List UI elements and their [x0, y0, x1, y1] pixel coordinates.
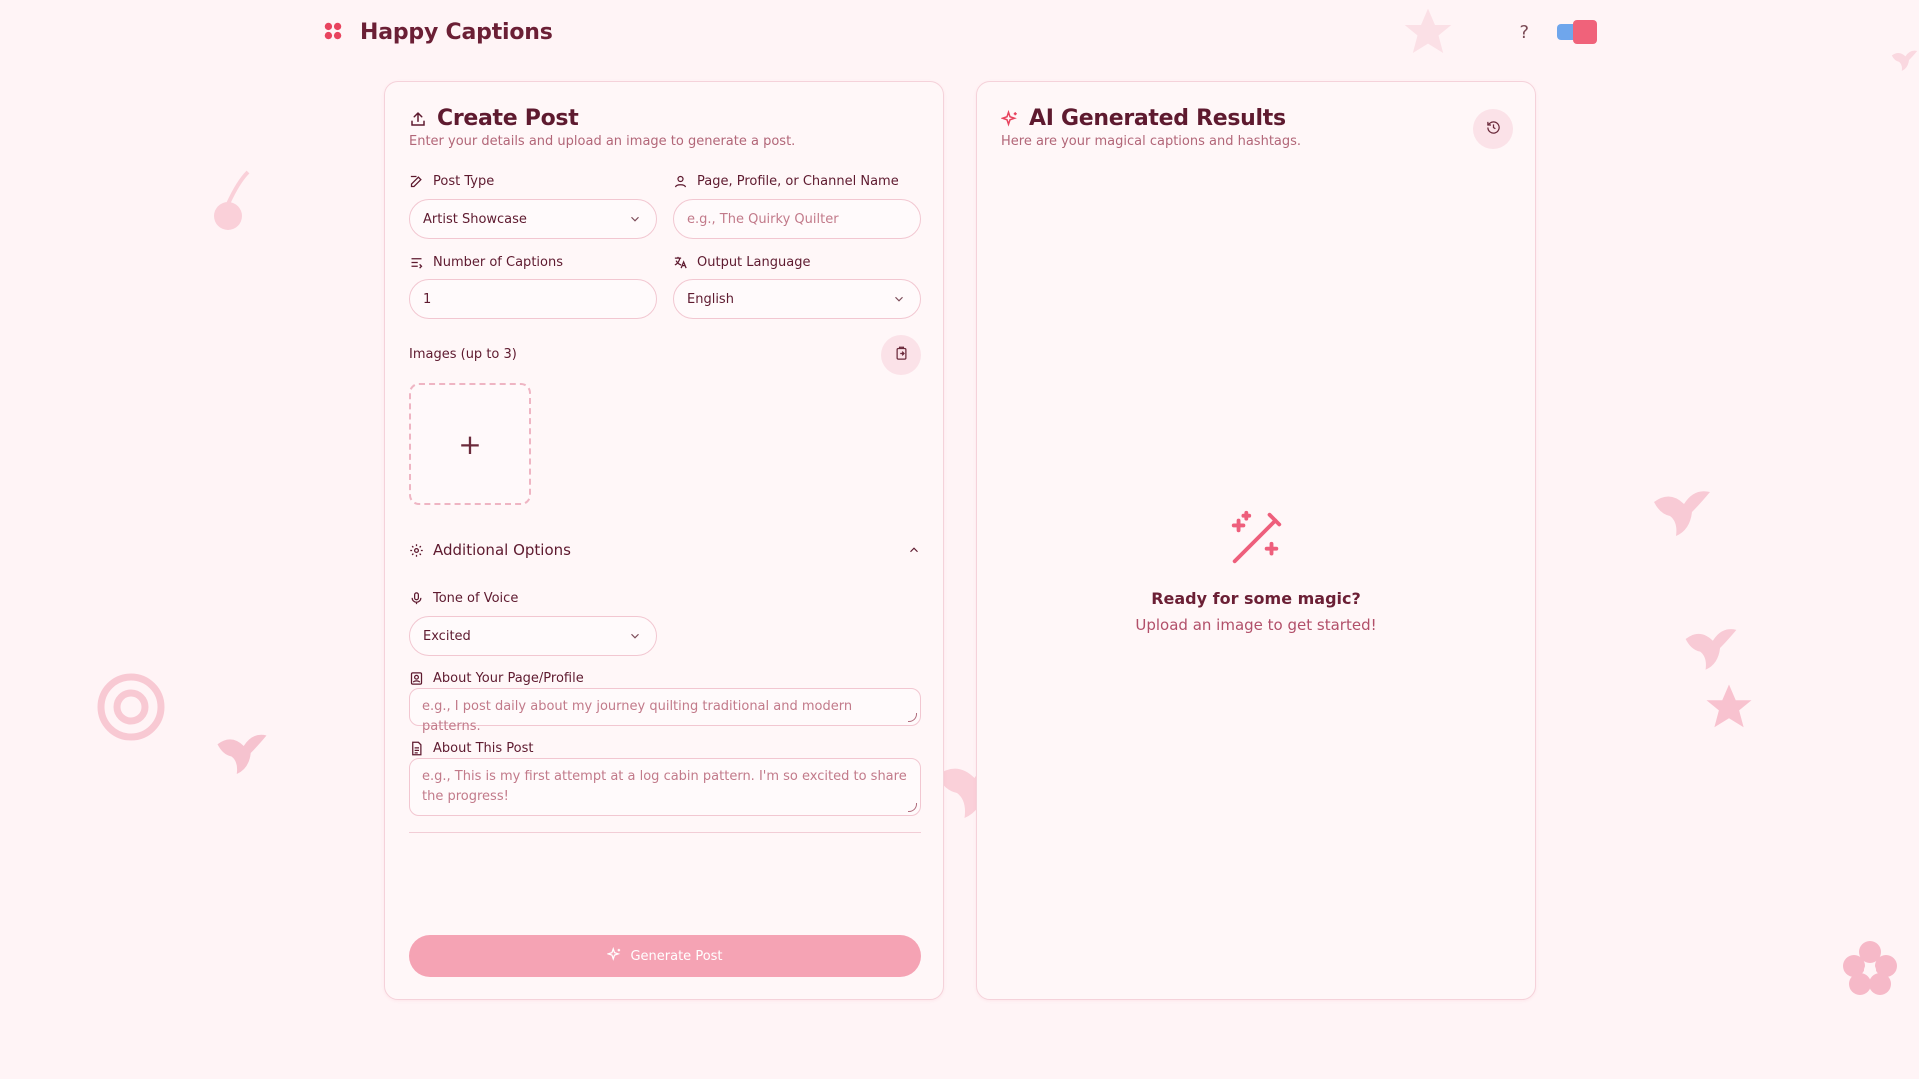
tone-label: Tone of Voice: [409, 591, 518, 606]
empty-title: Ready for some magic?: [1151, 589, 1361, 608]
document-icon: [409, 741, 424, 756]
page-name-placeholder: e.g., The Quirky Quilter: [687, 211, 839, 227]
about-post-placeholder: e.g., This is my first attempt at a log …: [422, 769, 907, 804]
resize-handle[interactable]: [908, 803, 917, 812]
translate-icon: [673, 255, 688, 270]
language-label-text: Output Language: [697, 255, 811, 270]
help-button[interactable]: ?: [1519, 22, 1529, 43]
chevron-down-icon: [628, 629, 642, 643]
additional-options-toggle[interactable]: Additional Options: [409, 538, 921, 562]
num-captions-label: Number of Captions: [409, 255, 563, 270]
app-header: Happy Captions ?: [322, 14, 1597, 50]
generate-post-button[interactable]: Generate Post: [409, 935, 921, 977]
post-type-label: Post Type: [409, 174, 494, 189]
divider: [409, 832, 921, 833]
generate-post-label: Generate Post: [630, 948, 723, 964]
mic-icon: [409, 591, 424, 606]
create-post-card: Create Post Enter your details and uploa…: [384, 81, 944, 1000]
results-subtitle: Here are your magical captions and hasht…: [1001, 134, 1302, 149]
images-label: Images (up to 3): [409, 347, 517, 362]
paste-image-button[interactable]: [881, 335, 921, 375]
about-page-label: About Your Page/Profile: [409, 671, 584, 686]
tone-value: Excited: [423, 628, 471, 644]
user-icon: [673, 174, 688, 189]
language-label: Output Language: [673, 255, 810, 270]
tone-label-text: Tone of Voice: [433, 591, 519, 606]
sparkles-icon: [1000, 109, 1019, 128]
target-icon: [96, 672, 166, 742]
about-post-label: About This Post: [409, 741, 533, 756]
num-captions-label-text: Number of Captions: [433, 255, 563, 270]
post-type-value: Artist Showcase: [423, 211, 527, 227]
gear-icon: [409, 543, 424, 558]
upload-icon: [409, 110, 427, 128]
theme-toggle[interactable]: [1557, 20, 1597, 44]
flower-icon: [322, 20, 346, 44]
bird-icon: [1890, 30, 1919, 90]
num-captions-value: 1: [423, 291, 432, 307]
page-name-input[interactable]: e.g., The Quirky Quilter: [673, 199, 921, 239]
empty-state: Ready for some magic? Upload an image to…: [977, 507, 1535, 634]
flower-icon: [1842, 940, 1898, 996]
bird-icon: [214, 726, 270, 780]
resize-handle[interactable]: [908, 713, 917, 722]
results-title: AI Generated Results: [1029, 106, 1286, 131]
history-icon: [1486, 120, 1501, 139]
num-captions-input[interactable]: 1: [409, 279, 657, 319]
chevron-down-icon: [892, 292, 906, 306]
about-page-label-text: About Your Page/Profile: [433, 671, 584, 686]
edit-icon: [409, 174, 424, 189]
empty-hint: Upload an image to get started!: [1135, 616, 1377, 634]
chevron-up-icon: [907, 543, 921, 557]
clipboard-icon: [894, 346, 909, 365]
images-label-text: Images (up to 3): [409, 347, 517, 362]
about-page-placeholder: e.g., I post daily about my journey quil…: [422, 699, 853, 734]
contact-icon: [409, 671, 424, 686]
results-card: AI Generated Results Here are your magic…: [976, 81, 1536, 1000]
post-type-select[interactable]: Artist Showcase: [409, 199, 657, 239]
cherry-icon: [210, 168, 256, 234]
star-icon: [1702, 680, 1756, 734]
create-post-title: Create Post: [437, 106, 579, 131]
tone-select[interactable]: Excited: [409, 616, 657, 656]
page-name-label: Page, Profile, or Channel Name: [673, 174, 899, 189]
create-post-subtitle: Enter your details and upload an image t…: [409, 134, 796, 149]
toggle-knob: [1573, 20, 1597, 44]
bird-icon: [1682, 620, 1740, 676]
language-select[interactable]: English: [673, 279, 921, 319]
additional-options-label: Additional Options: [433, 541, 571, 559]
bird-icon: [1650, 482, 1714, 542]
magic-wand-icon: [1225, 507, 1287, 569]
post-type-label-text: Post Type: [433, 174, 495, 189]
about-post-textarea[interactable]: e.g., This is my first attempt at a log …: [409, 758, 921, 816]
history-button[interactable]: [1473, 109, 1513, 149]
list-icon: [409, 255, 424, 270]
sparkles-icon: [606, 946, 622, 966]
language-value: English: [687, 291, 734, 307]
page-name-label-text: Page, Profile, or Channel Name: [697, 174, 899, 189]
app-title: Happy Captions: [360, 19, 553, 45]
add-image-button[interactable]: +: [409, 383, 531, 505]
plus-icon: +: [458, 427, 482, 461]
about-post-label-text: About This Post: [433, 741, 534, 756]
chevron-down-icon: [628, 212, 642, 226]
about-page-textarea[interactable]: e.g., I post daily about my journey quil…: [409, 688, 921, 734]
